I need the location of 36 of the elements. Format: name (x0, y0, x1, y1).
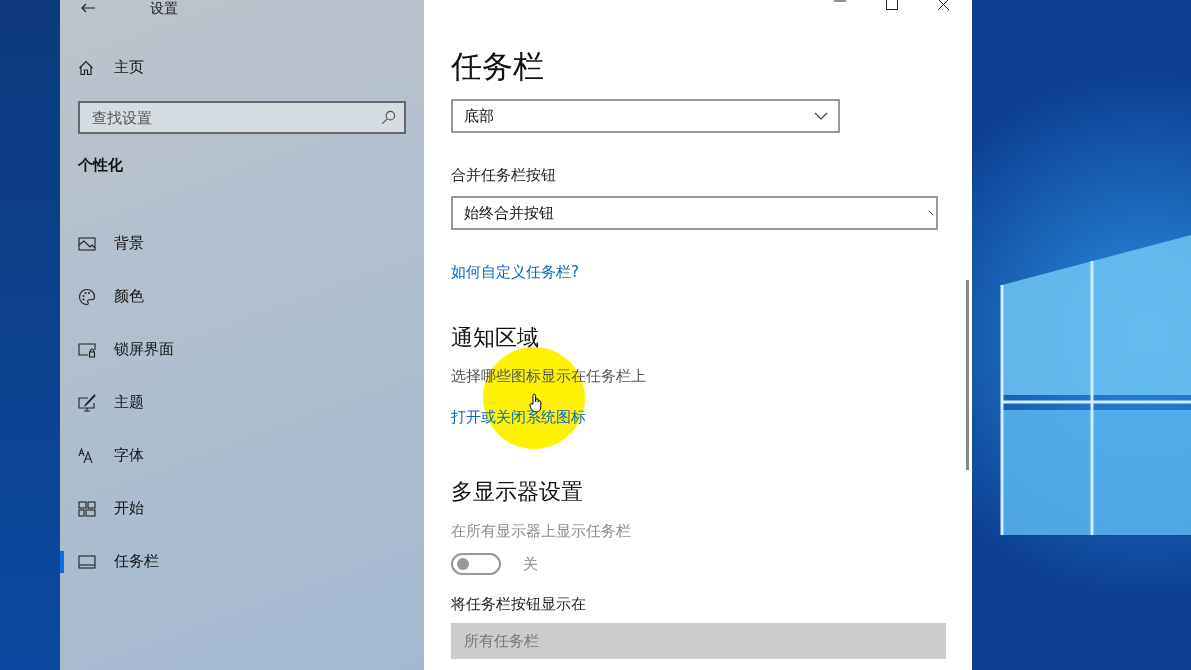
font-icon (78, 447, 96, 464)
toggle-state-text: 关 (523, 554, 538, 574)
window-title: 设置 (150, 0, 178, 16)
section-heading: 个性化 (78, 156, 123, 175)
toggle-label: 在所有显示器上显示任务栏 (451, 522, 631, 541)
combine-dropdown[interactable]: 始终合并按钮 (451, 196, 938, 230)
position-dropdown[interactable]: 底部 (451, 99, 840, 133)
home-nav-item[interactable]: 主页 (78, 58, 144, 77)
field-label: 将任务栏按钮显示在 (451, 595, 586, 614)
taskbar-icon (78, 554, 96, 569)
chevron-down-icon (814, 112, 828, 120)
sidebar-item[interactable]: 颜色 (60, 270, 164, 323)
sidebar-item[interactable]: 背景 (60, 217, 164, 270)
field-label: 合并任务栏按钮 (451, 165, 556, 185)
search-icon (381, 110, 396, 125)
back-arrow-icon[interactable] (80, 3, 96, 13)
scrollbar[interactable] (966, 280, 969, 470)
home-icon (78, 59, 94, 76)
palette-icon (78, 287, 96, 306)
start-tiles-icon (78, 500, 96, 517)
sidebar-item[interactable]: 锁屏界面 (60, 323, 194, 376)
close-icon[interactable] (938, 0, 950, 10)
page-title: 任务栏 (451, 47, 544, 86)
lock-screen-icon (78, 341, 96, 358)
sidebar-item[interactable]: 任务栏 (60, 535, 179, 588)
brush-monitor-icon (78, 393, 96, 412)
chevron-down-icon (928, 209, 934, 217)
search-field[interactable]: 查找设置 (78, 101, 406, 134)
section-heading: 通知区域 (451, 324, 539, 352)
sidebar-item[interactable]: 开始 (60, 482, 164, 535)
section-heading: 多显示器设置 (451, 478, 583, 506)
picture-icon (78, 235, 96, 252)
sidebar-item[interactable]: 字体 (60, 429, 164, 482)
help-link[interactable]: 如何自定义任务栏? (451, 263, 579, 282)
sidebar-item[interactable]: 主题 (60, 376, 164, 429)
maximize-icon[interactable] (886, 0, 898, 10)
